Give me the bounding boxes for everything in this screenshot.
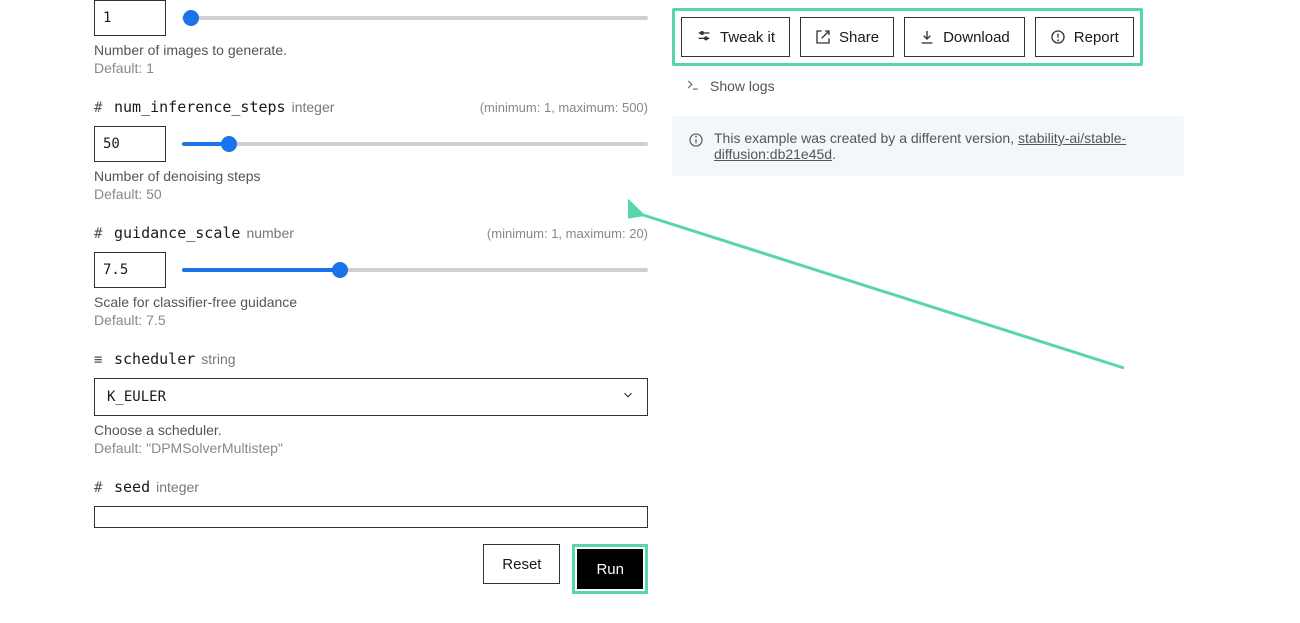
hash-icon: # [94, 480, 108, 496]
num-inference-steps-slider[interactable] [182, 126, 648, 162]
scheduler-default: Default: "DPMSolverMultistep" [94, 440, 648, 456]
num-inference-steps-default: Default: 50 [94, 186, 648, 202]
param-num-inference-steps: # num_inference_steps integer (minimum: … [94, 98, 648, 202]
show-logs-label: Show logs [710, 78, 775, 94]
num-inference-steps-hint: Number of denoising steps [94, 168, 648, 184]
param-guidance-scale: # guidance_scale number (minimum: 1, max… [94, 224, 648, 328]
guidance-scale-slider[interactable] [182, 252, 648, 288]
download-label: Download [943, 29, 1010, 46]
terminal-icon [686, 78, 702, 94]
guidance-scale-hint: Scale for classifier-free guidance [94, 294, 648, 310]
download-button[interactable]: Download [904, 17, 1025, 57]
reset-button[interactable]: Reset [483, 544, 560, 584]
tweak-button[interactable]: Tweak it [681, 17, 790, 57]
scheduler-value: K_EULER [107, 389, 166, 405]
param-name: scheduler [114, 350, 195, 368]
param-num-outputs: 1 Number of images to generate. Default:… [94, 0, 648, 76]
show-logs-toggle[interactable]: Show logs [672, 66, 1184, 94]
download-icon [919, 29, 935, 45]
guidance-scale-default: Default: 7.5 [94, 312, 648, 328]
run-button[interactable]: Run [577, 549, 643, 589]
param-type: number [246, 225, 293, 241]
param-scheduler: ≡ scheduler string K_EULER Choose a sche… [94, 350, 648, 456]
num-outputs-value[interactable]: 1 [94, 0, 166, 36]
run-highlight: Run [572, 544, 648, 594]
sliders-icon [696, 29, 712, 45]
seed-input[interactable] [94, 506, 648, 528]
param-type: integer [156, 479, 199, 495]
num-outputs-hint: Number of images to generate. [94, 42, 648, 58]
num-outputs-default: Default: 1 [94, 60, 648, 76]
output-panel: Tweak it Share Download Report [672, 0, 1284, 594]
action-buttons: Reset Run [94, 544, 648, 594]
chevron-down-icon [621, 388, 635, 406]
info-icon [688, 132, 704, 148]
share-icon [815, 29, 831, 45]
parameters-panel: 1 Number of images to generate. Default:… [16, 0, 648, 594]
output-toolbar: Tweak it Share Download Report [672, 8, 1143, 66]
share-button[interactable]: Share [800, 17, 894, 57]
hash-icon: # [94, 100, 108, 116]
num-outputs-slider[interactable] [182, 0, 648, 36]
tweak-label: Tweak it [720, 29, 775, 46]
num-inference-steps-value[interactable]: 50 [94, 126, 166, 162]
list-icon: ≡ [94, 352, 108, 368]
param-type: integer [292, 99, 335, 115]
report-button[interactable]: Report [1035, 17, 1134, 57]
param-name: num_inference_steps [114, 98, 286, 116]
version-notice: This example was created by a different … [672, 116, 1184, 176]
hash-icon: # [94, 226, 108, 242]
param-range: (minimum: 1, maximum: 500) [480, 100, 648, 115]
param-name: seed [114, 478, 150, 496]
share-label: Share [839, 29, 879, 46]
scheduler-hint: Choose a scheduler. [94, 422, 648, 438]
param-type: string [201, 351, 235, 367]
alert-icon [1050, 29, 1066, 45]
notice-text: This example was created by a different … [714, 130, 1168, 162]
report-label: Report [1074, 29, 1119, 46]
param-seed: # seed integer [94, 478, 648, 528]
guidance-scale-value[interactable]: 7.5 [94, 252, 166, 288]
scheduler-select[interactable]: K_EULER [94, 378, 648, 416]
param-range: (minimum: 1, maximum: 20) [487, 226, 648, 241]
param-name: guidance_scale [114, 224, 240, 242]
